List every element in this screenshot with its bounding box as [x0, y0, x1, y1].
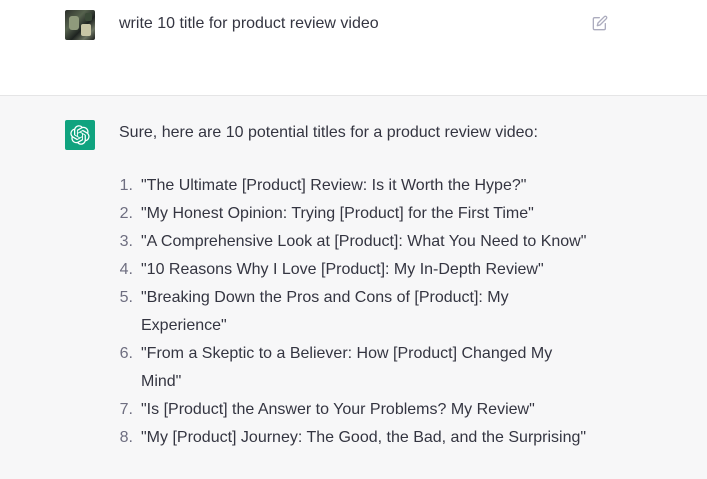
list-item-text: "From a Skeptic to a Believer: How [Prod… — [141, 345, 553, 390]
list-item-number: 2. — [119, 205, 133, 222]
list-item-number: 8. — [119, 429, 133, 446]
list-item: 4. "10 Reasons Why I Love [Product]: My … — [119, 256, 589, 284]
avatar-image-detail — [69, 16, 79, 30]
edit-icon[interactable] — [592, 15, 608, 31]
user-message-text: write 10 title for product review video — [119, 15, 379, 32]
list-item: 5. "Breaking Down the Pros and Cons of [… — [119, 284, 589, 340]
list-item: 2. "My Honest Opinion: Trying [Product] … — [119, 200, 589, 228]
list-item: 8. "My [Product] Journey: The Good, the … — [119, 424, 589, 452]
list-item-text: "Breaking Down the Pros and Cons of [Pro… — [141, 289, 509, 334]
list-item: 1. "The Ultimate [Product] Review: Is it… — [119, 172, 589, 200]
list-item-number: 6. — [119, 345, 133, 362]
list-item-text: "The Ultimate [Product] Review: Is it Wo… — [141, 177, 527, 194]
list-item-text: "My [Product] Journey: The Good, the Bad… — [141, 429, 587, 446]
list-item-text: "My Honest Opinion: Trying [Product] for… — [141, 205, 534, 222]
avatar-image-detail — [85, 13, 92, 21]
list-item-text: "Is [Product] the Answer to Your Problem… — [141, 401, 535, 418]
chatgpt-logo-icon — [65, 120, 95, 150]
assistant-intro-text: Sure, here are 10 potential titles for a… — [119, 124, 538, 141]
list-item-number: 3. — [119, 233, 133, 250]
assistant-message-row: Sure, here are 10 potential titles for a… — [0, 96, 707, 479]
user-message-row: write 10 title for product review video — [0, 0, 707, 96]
list-item-text: "A Comprehensive Look at [Product]: What… — [141, 233, 587, 250]
list-item: 3. "A Comprehensive Look at [Product]: W… — [119, 228, 589, 256]
user-avatar — [65, 10, 95, 40]
list-item-number: 1. — [119, 177, 133, 194]
avatar-image-detail — [81, 24, 91, 36]
list-item-text: "10 Reasons Why I Love [Product]: My In-… — [141, 261, 544, 278]
list-item-number: 5. — [119, 289, 133, 306]
list-item-number: 4. — [119, 261, 133, 278]
title-list: 1. "The Ultimate [Product] Review: Is it… — [119, 172, 589, 452]
list-item: 7. "Is [Product] the Answer to Your Prob… — [119, 396, 589, 424]
chat-page: write 10 title for product review video … — [0, 0, 707, 479]
list-item-number: 7. — [119, 401, 133, 418]
list-item: 6. "From a Skeptic to a Believer: How [P… — [119, 340, 589, 396]
